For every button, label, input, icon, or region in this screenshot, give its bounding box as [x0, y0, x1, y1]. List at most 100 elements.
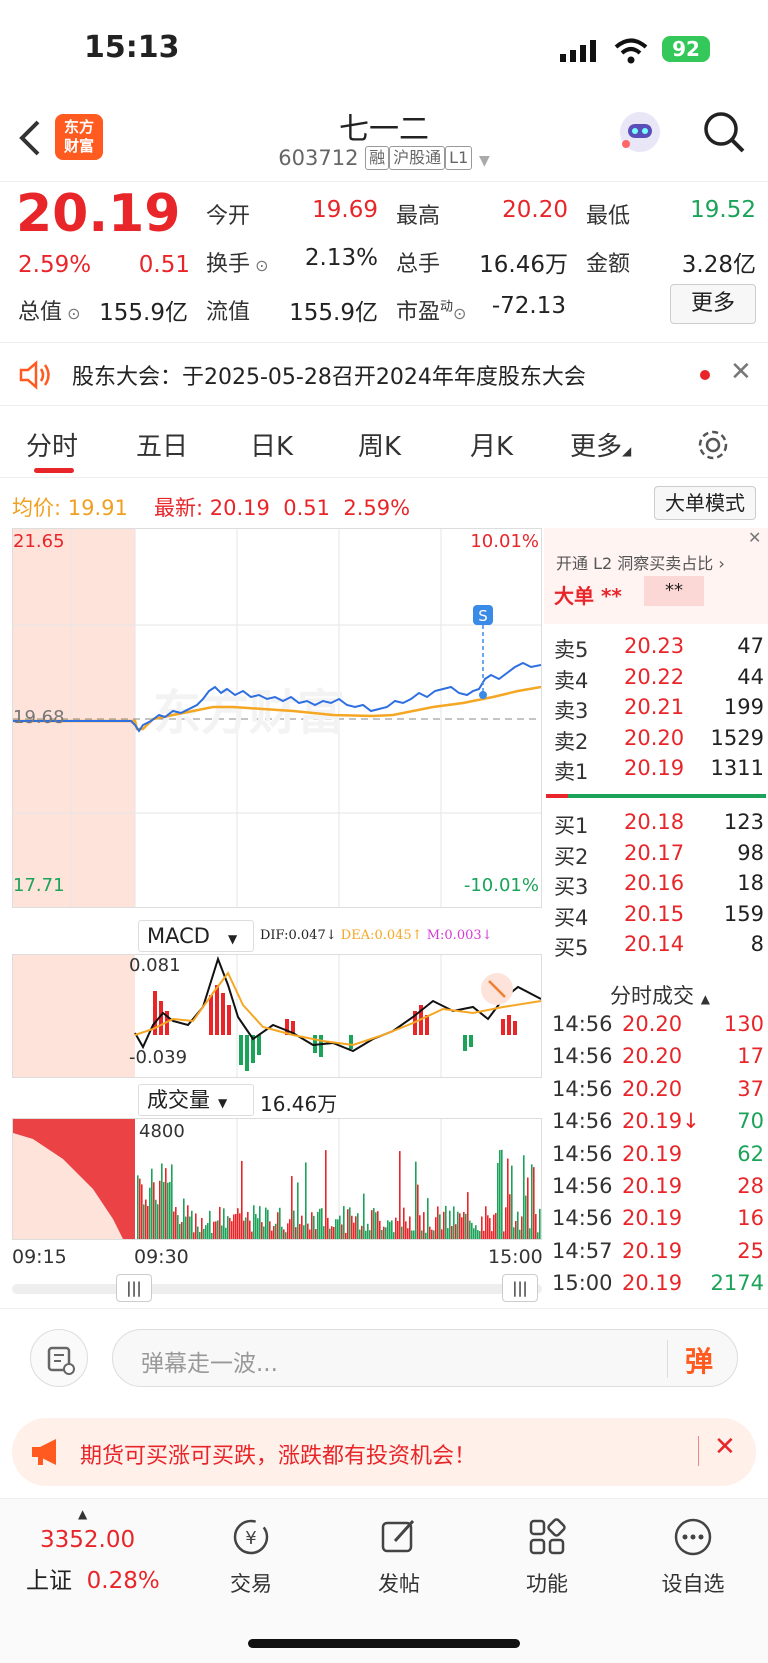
- nav-add-watchlist[interactable]: 设自选: [638, 1515, 748, 1598]
- volume-bar: [503, 1231, 505, 1239]
- volume-chart[interactable]: 4800: [12, 1118, 542, 1240]
- low-value: 19.52: [690, 197, 756, 223]
- volume-bar: [265, 1207, 267, 1239]
- volume-bar: [395, 1217, 397, 1239]
- more-button[interactable]: 更多: [670, 284, 756, 324]
- volume-bar: [317, 1211, 319, 1239]
- high-label: 最高: [396, 204, 441, 229]
- scroll-handle-right[interactable]: |||: [502, 1274, 538, 1302]
- volume-bar: [309, 1229, 311, 1239]
- l2-close-icon[interactable]: ✕: [748, 528, 761, 547]
- volume-bar: [167, 1182, 169, 1239]
- tab-more[interactable]: 更多◢: [570, 426, 631, 463]
- volume-bar: [151, 1168, 153, 1239]
- nav-functions[interactable]: 功能: [492, 1515, 602, 1598]
- tab-day-k[interactable]: 日K: [250, 426, 293, 463]
- bid-row: 买3 20.16 18: [554, 871, 764, 899]
- volume-bar: [445, 1205, 447, 1239]
- macd-chart[interactable]: 0.081 -0.039: [12, 954, 542, 1078]
- volume-bar: [147, 1205, 149, 1239]
- danmu-send-button[interactable]: 弹: [685, 1340, 713, 1380]
- big-order-value: **: [644, 576, 704, 606]
- big-order-mode-button[interactable]: 大单模式: [654, 486, 756, 520]
- ticks-title[interactable]: 分时成交 ▲: [610, 980, 710, 1010]
- volume-bar: [519, 1229, 521, 1239]
- volume-bar: [539, 1208, 541, 1239]
- tab-week-k[interactable]: 周K: [358, 426, 401, 463]
- index-value[interactable]: 3352.00: [40, 1527, 135, 1553]
- volume-bar: [391, 1220, 393, 1239]
- order-book-panel: 开通 L2 洞察买卖占比 › ✕ 大单 ** ** 卖5 20.23 47 卖4 20.…: [544, 528, 768, 1308]
- scroll-handle-left[interactable]: |||: [116, 1274, 152, 1302]
- chart-scrollbar[interactable]: [12, 1284, 542, 1294]
- volume-bar: [375, 1212, 377, 1239]
- y-min-label: 17.71: [13, 875, 65, 896]
- settings-icon[interactable]: [696, 428, 730, 462]
- bid-row: 买2 20.17 98: [554, 840, 764, 869]
- volume-bar: [141, 1184, 143, 1239]
- volume-bar: [207, 1223, 209, 1239]
- ad-banner[interactable]: 期货可买涨可买跌，涨跌都有投资机会！ ✕: [12, 1418, 756, 1486]
- volume-bar: [497, 1162, 499, 1239]
- volume-bar: [307, 1223, 309, 1239]
- nav-trade[interactable]: ¥ 交易: [196, 1515, 306, 1598]
- volume-bar: [345, 1232, 347, 1239]
- grid-icon: [529, 1518, 566, 1555]
- volume-bar: [413, 1230, 415, 1239]
- volume-bar: [257, 1218, 259, 1239]
- ad-close-icon[interactable]: ✕: [714, 1432, 736, 1462]
- volume-bar: [369, 1230, 371, 1239]
- nav-post[interactable]: 发帖: [344, 1515, 454, 1598]
- l2-banner[interactable]: 开通 L2 洞察买卖占比 › ✕ 大单 ** **: [544, 528, 768, 624]
- volume-bar: [517, 1211, 519, 1239]
- volume-bar: [301, 1215, 303, 1239]
- volume-bar: [535, 1214, 537, 1239]
- dif-line: [134, 955, 541, 1053]
- battery-icon: 92: [662, 36, 710, 62]
- volume-bar: [525, 1195, 527, 1239]
- time-start-label: 09:15: [12, 1246, 67, 1268]
- volume-selector[interactable]: 成交量 ▼: [138, 1084, 254, 1116]
- volume-bar: [505, 1207, 507, 1239]
- volume-bar: [537, 1232, 539, 1239]
- search-icon[interactable]: [702, 110, 746, 154]
- volume-bar: [443, 1211, 445, 1239]
- close-icon[interactable]: ✕: [730, 357, 752, 387]
- volume-bar: [275, 1223, 277, 1239]
- signal-icon: [560, 40, 596, 62]
- tab-five-day[interactable]: 五日: [136, 426, 188, 463]
- volume-bar: [179, 1223, 181, 1239]
- danmu-settings-icon[interactable]: [30, 1329, 88, 1387]
- volume-bar: [139, 1178, 141, 1239]
- volume-bar: [461, 1217, 463, 1239]
- macd-selector[interactable]: MACD ▼: [138, 920, 254, 952]
- volume-bar: [181, 1221, 183, 1239]
- volume-bar: [249, 1220, 251, 1239]
- robot-avatar-icon[interactable]: [616, 108, 664, 156]
- pe-value: -72.13: [491, 293, 566, 319]
- volume-bar: [245, 1217, 247, 1239]
- volume-bar: [511, 1165, 513, 1239]
- volume-bar: [441, 1229, 443, 1239]
- danmu-input[interactable]: 弹幕走一波... 弹: [112, 1329, 738, 1387]
- volume-bar: [251, 1231, 253, 1239]
- volume-bar: [241, 1160, 243, 1239]
- notice-bar[interactable]: 股东大会：于2025-05-28召开2024年年度股东大会 ✕: [0, 342, 768, 406]
- tab-month-k[interactable]: 月K: [470, 426, 513, 463]
- volume-bar: [415, 1161, 417, 1239]
- volume-bar: [379, 1220, 381, 1239]
- volume-bar: [431, 1229, 433, 1239]
- tick-row: 14:56 20.20 130: [552, 1012, 764, 1036]
- volume-bar: [341, 1224, 343, 1239]
- tab-intraday[interactable]: 分时: [26, 426, 78, 463]
- tick-row: 14:56 20.19 28: [552, 1174, 764, 1198]
- volume-bar: [175, 1207, 177, 1239]
- volume-bar: [267, 1209, 269, 1239]
- volume-bar: [163, 1181, 165, 1239]
- volume-bar: [349, 1207, 351, 1239]
- notice-text: 股东大会：于2025-05-28召开2024年年度股东大会: [72, 365, 586, 390]
- index-line[interactable]: 上证 0.28%: [26, 1561, 160, 1595]
- volume-bar: [329, 1228, 331, 1239]
- tick-row: 15:00 20.19 2174: [552, 1271, 764, 1296]
- intraday-price-chart[interactable]: 东方财富 S 21.65 19.68 17.71 10.01% -10.01%: [12, 528, 542, 908]
